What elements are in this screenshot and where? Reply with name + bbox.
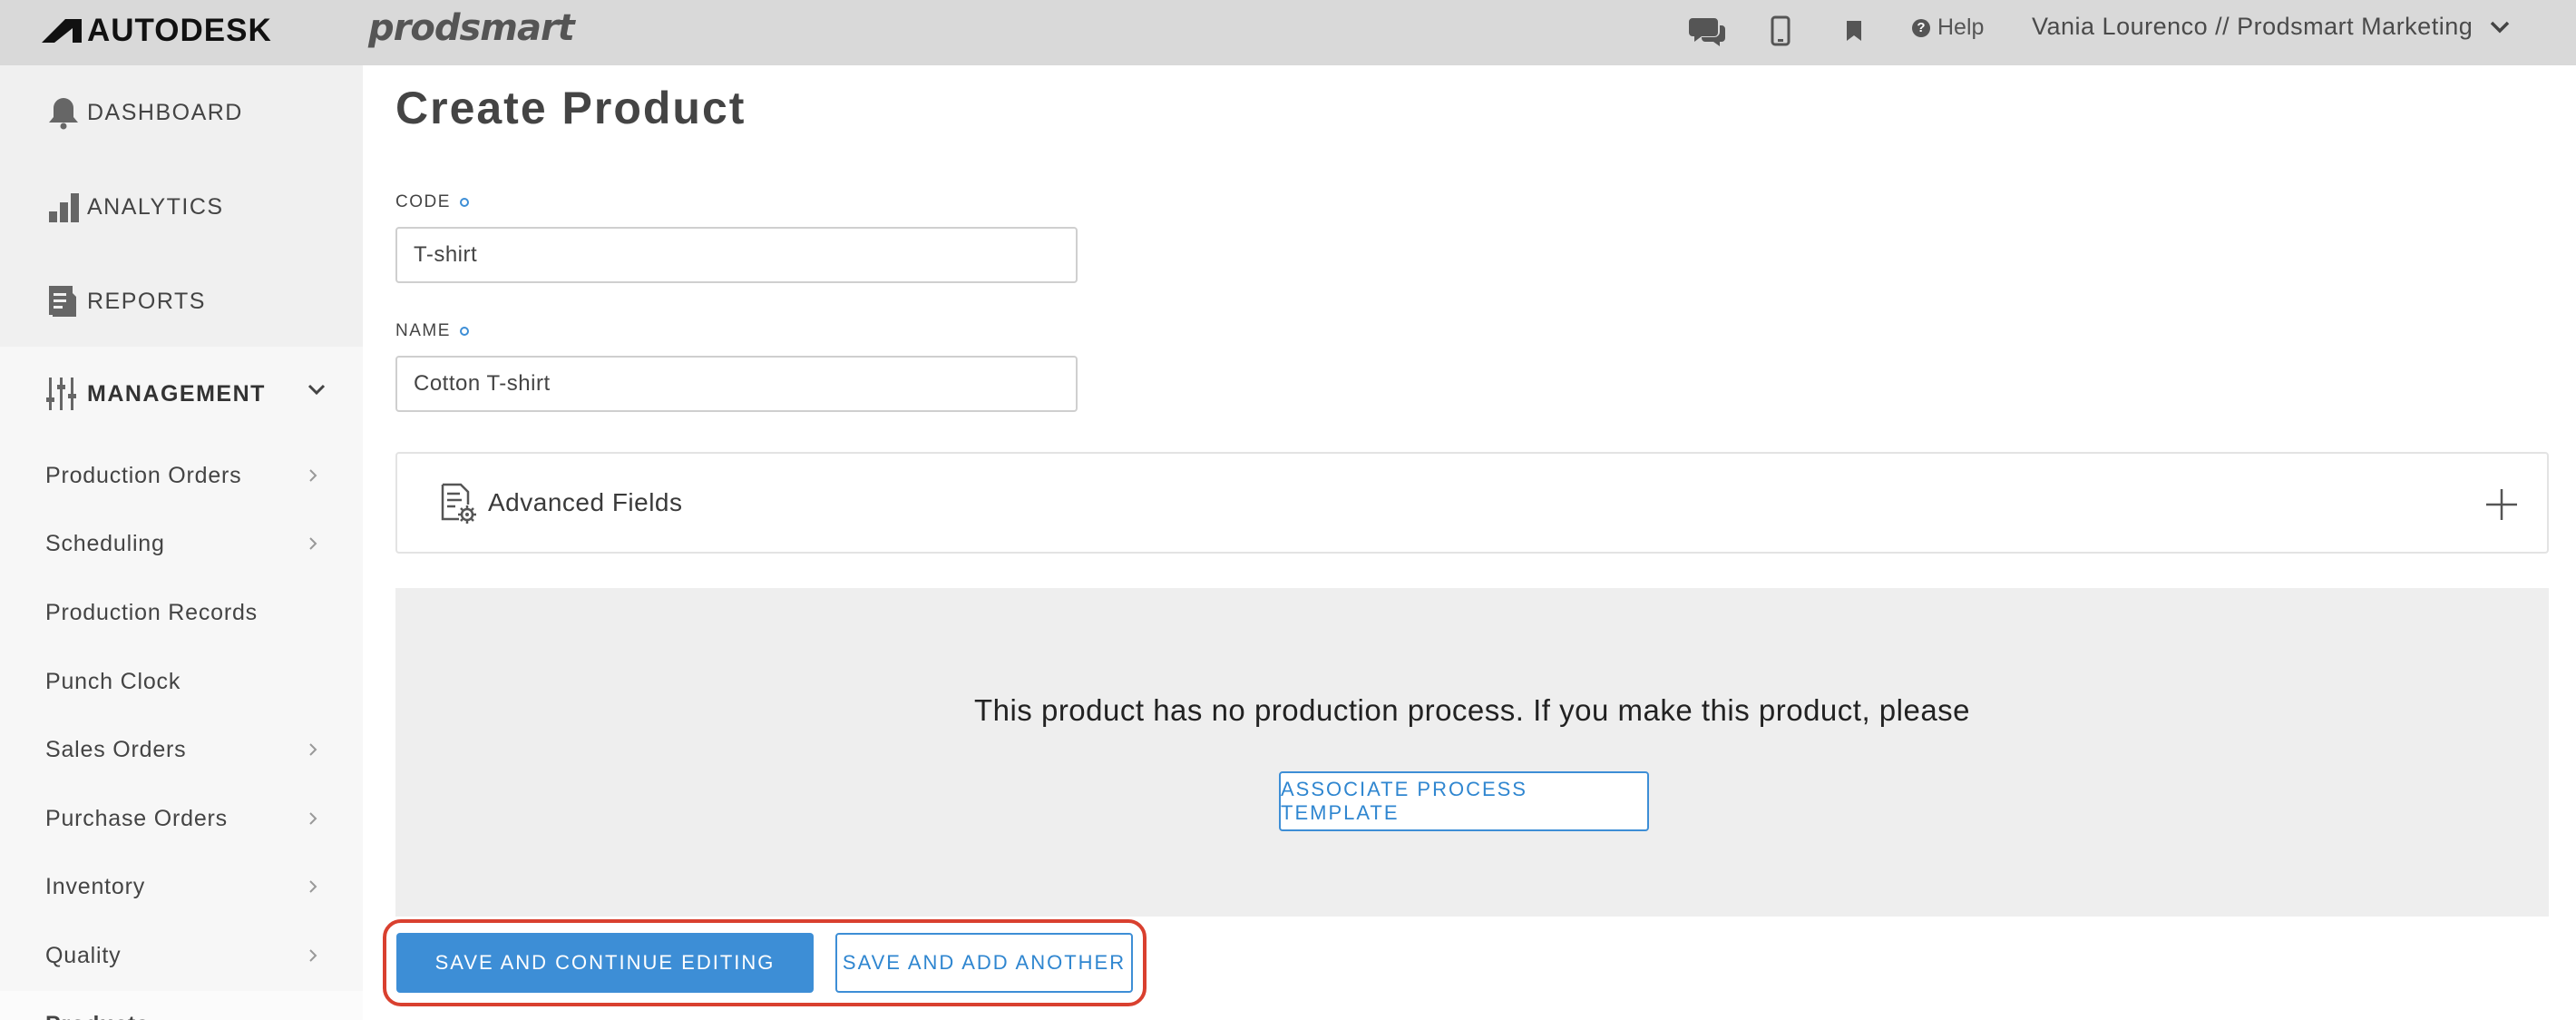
sidebar-item-purchase-orders[interactable]: Purchase Orders <box>0 785 363 853</box>
name-label-text: NAME <box>395 321 451 340</box>
sidebar: DASHBOARD ANALYTICS REPORTS MANAGEMENT P… <box>0 65 363 1020</box>
code-label-text: CODE <box>395 192 451 211</box>
chevron-right-icon <box>309 537 317 550</box>
required-indicator-icon <box>459 327 469 336</box>
chevron-right-icon <box>309 812 317 825</box>
chevron-down-icon <box>307 384 326 396</box>
sidebar-item-label: Sales Orders <box>45 737 187 762</box>
sidebar-item-label: ANALYTICS <box>87 193 224 220</box>
sliders-icon <box>45 376 82 412</box>
help-link[interactable]: ? Help <box>1912 15 1984 41</box>
sidebar-item-label: Scheduling <box>45 531 165 556</box>
sidebar-item-label: Production Orders <box>45 463 242 488</box>
chevron-right-icon <box>309 743 317 756</box>
production-process-panel: This product has no production process. … <box>395 588 2549 917</box>
autodesk-logo[interactable]: AUTODESK <box>42 13 272 49</box>
chevron-right-icon <box>309 880 317 893</box>
chevron-down-icon <box>2490 21 2510 33</box>
bar-chart-icon <box>45 189 82 225</box>
sidebar-item-label: Punch Clock <box>45 669 181 694</box>
help-label: Help <box>1937 15 1985 40</box>
sidebar-item-label: Quality <box>45 943 122 968</box>
document-settings-icon <box>441 483 476 524</box>
chat-icon[interactable] <box>1689 13 1727 49</box>
required-indicator-icon <box>459 198 469 207</box>
sidebar-item-production-orders[interactable]: Production Orders <box>0 442 363 510</box>
sidebar-item-reports[interactable]: REPORTS <box>0 254 363 348</box>
plus-icon[interactable] <box>2483 486 2520 523</box>
user-label: Vania Lourenco // Prodsmart Marketing <box>2032 13 2474 40</box>
sidebar-item-quality[interactable]: Quality <box>0 922 363 990</box>
advanced-fields-panel[interactable]: Advanced Fields <box>395 452 2549 554</box>
help-icon: ? <box>1912 18 1930 37</box>
save-and-continue-editing-button[interactable]: SAVE AND CONTINUE EDITING <box>396 933 814 993</box>
sidebar-item-label: DASHBOARD <box>87 99 243 125</box>
no-process-message: This product has no production process. … <box>973 693 1971 727</box>
associate-process-template-button[interactable]: ASSOCIATE PROCESS TEMPLATE <box>1279 771 1649 831</box>
code-label: CODE <box>395 192 469 212</box>
autodesk-logo-icon <box>42 19 82 43</box>
bell-icon <box>45 94 82 131</box>
sidebar-item-production-records[interactable]: Production Records <box>0 579 363 647</box>
sidebar-item-products[interactable]: Products <box>0 991 363 1020</box>
sidebar-item-label: Purchase Orders <box>45 806 228 831</box>
sidebar-item-sales-orders[interactable]: Sales Orders <box>0 716 363 784</box>
sidebar-item-label: Production Records <box>45 600 258 625</box>
advanced-fields-label: Advanced Fields <box>488 488 683 516</box>
autodesk-wordmark: AUTODESK <box>87 13 272 48</box>
mobile-icon[interactable] <box>1771 13 1791 49</box>
chevron-right-icon <box>309 469 317 482</box>
prodsmart-logo[interactable]: prodsmart <box>368 7 575 49</box>
sidebar-item-inventory[interactable]: Inventory <box>0 853 363 921</box>
sidebar-item-analytics[interactable]: ANALYTICS <box>0 160 363 254</box>
name-label: NAME <box>395 321 469 341</box>
name-input[interactable] <box>395 356 1078 412</box>
sidebar-item-label: Inventory <box>45 874 146 899</box>
code-input[interactable] <box>395 227 1078 283</box>
top-bar: AUTODESK prodsmart ? Help Vania Lourenco… <box>0 0 2576 65</box>
report-icon <box>45 283 82 319</box>
sidebar-item-label: Products <box>45 1012 150 1020</box>
page-title: Create Product <box>395 83 746 133</box>
bookmark-icon[interactable] <box>1845 13 1863 49</box>
sidebar-item-label: MANAGEMENT <box>87 380 266 407</box>
user-menu[interactable]: Vania Lourenco // Prodsmart Marketing <box>2032 13 2511 41</box>
save-and-add-another-button[interactable]: SAVE AND ADD ANOTHER <box>835 933 1133 993</box>
chevron-right-icon <box>309 949 317 962</box>
sidebar-item-punch-clock[interactable]: Punch Clock <box>0 648 363 716</box>
sidebar-item-scheduling[interactable]: Scheduling <box>0 510 363 578</box>
sidebar-item-management[interactable]: MANAGEMENT <box>0 347 363 441</box>
sidebar-item-dashboard[interactable]: DASHBOARD <box>0 65 363 160</box>
sidebar-item-label: REPORTS <box>87 288 206 314</box>
